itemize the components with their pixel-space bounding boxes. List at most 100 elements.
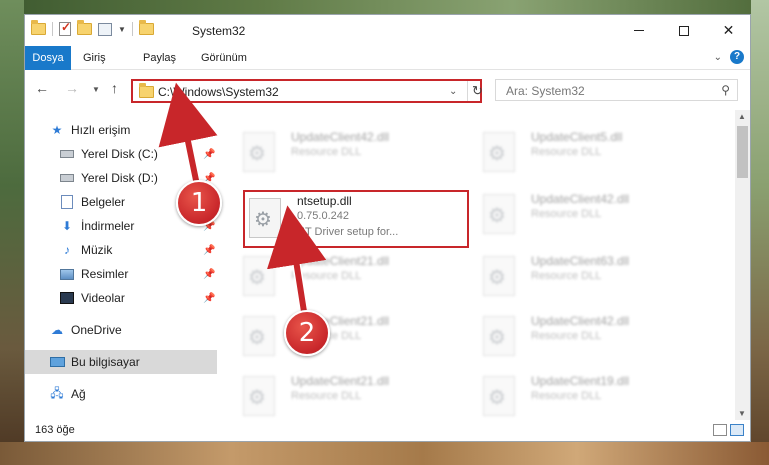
new-folder-icon[interactable] [77, 20, 92, 35]
file-name: UpdateClient42.dll [531, 192, 630, 206]
pin-icon[interactable]: 📌 [203, 149, 215, 160]
scroll-down-icon[interactable]: ▼ [738, 409, 746, 418]
drive-icon [59, 146, 75, 162]
address-bar[interactable]: C:\Windows\System32 ⌄ ↻ [131, 79, 483, 103]
drive-icon [59, 170, 75, 186]
close-button[interactable]: ✕ [706, 15, 751, 46]
navigation-pane: ★ Hızlı erişim Yerel Disk (C:) 📌 Yerel D… [25, 110, 217, 420]
sidebar-item-videos[interactable]: Videolar 📌 [25, 286, 217, 310]
background-right [751, 0, 769, 465]
sidebar-item-quick-access[interactable]: ★ Hızlı erişim [25, 118, 217, 142]
ribbon-tabs: Dosya Giriş Paylaş Görünüm ⌄ ? [25, 46, 750, 70]
dll-file-icon [483, 256, 515, 296]
address-path[interactable]: C:\Windows\System32 [158, 85, 279, 99]
file-item[interactable]: UpdateClient21.dll Resource DLL [223, 250, 443, 304]
ribbon-right-controls: ⌄ ? [714, 50, 744, 64]
details-view-icon[interactable] [713, 424, 727, 436]
search-placeholder: Ara: System32 [506, 84, 585, 98]
sidebar-item-label: Yerel Disk (C:) [81, 147, 158, 161]
back-arrow-icon[interactable]: ← [35, 80, 49, 96]
documents-icon [59, 194, 75, 210]
file-item[interactable]: UpdateClient42.dll Resource DLL [463, 310, 683, 364]
star-icon: ★ [51, 123, 63, 137]
toolbar-dropdown-icon[interactable]: ▼ [118, 25, 126, 34]
sidebar-item-label: Belgeler [81, 195, 126, 209]
pin-icon[interactable]: 📌 [203, 245, 215, 256]
search-input[interactable]: Ara: System32 ⚲ [495, 79, 738, 101]
sidebar-item-pictures[interactable]: Resimler 📌 [25, 262, 217, 286]
file-item[interactable]: UpdateClient21.dll Resource DLL [223, 370, 443, 420]
dll-file-icon [483, 194, 515, 234]
properties-check-icon[interactable] [59, 20, 71, 36]
dll-file-icon [483, 376, 515, 416]
toolbar-divider [52, 22, 53, 36]
title-bar: ▼ System32 ✕ [25, 15, 750, 46]
dll-file-icon [483, 316, 515, 356]
tab-view[interactable]: Görünüm [201, 46, 247, 70]
sidebar-item-label: İndirmeler [81, 219, 135, 233]
sidebar-item-label: Resimler [81, 267, 129, 281]
window-folder-icon [138, 20, 154, 35]
dll-file-icon [483, 132, 515, 172]
sidebar-item-label: Müzik [81, 243, 113, 257]
onedrive-icon: ☁ [51, 323, 63, 337]
maximize-icon [678, 25, 689, 36]
sidebar-item-onedrive[interactable]: ☁ OneDrive [25, 318, 217, 342]
tab-home[interactable]: Giriş [83, 46, 106, 70]
minimize-button[interactable] [616, 15, 661, 46]
sidebar-item-this-pc[interactable]: Bu bilgisayar [25, 350, 217, 374]
tab-file[interactable]: Dosya [25, 46, 71, 70]
dll-file-icon [243, 316, 275, 356]
tiles-view-icon[interactable] [730, 424, 744, 436]
tab-share[interactable]: Paylaş [143, 46, 176, 70]
forward-arrow-icon[interactable]: → [65, 80, 79, 96]
file-item[interactable]: UpdateClient42.dll Resource DLL [463, 188, 683, 242]
item-count: 163 öğe [35, 424, 75, 436]
file-item-ntsetup[interactable]: ntsetup.dll 0.75.0.242 NT Driver setup f… [223, 190, 443, 244]
expand-ribbon-icon[interactable]: ⌄ [714, 52, 722, 63]
file-item[interactable]: UpdateClient63.dll Resource DLL [463, 250, 683, 304]
search-icon[interactable]: ⚲ [721, 83, 730, 97]
file-name: UpdateClient21.dll [291, 254, 390, 268]
folder-icon[interactable] [31, 20, 46, 35]
this-pc-icon [49, 354, 65, 370]
help-icon[interactable]: ? [730, 50, 744, 64]
pin-icon[interactable]: 📌 [203, 293, 215, 304]
file-description: NT Driver setup for... [297, 226, 399, 238]
file-name: ntsetup.dll [297, 194, 352, 208]
pin-icon[interactable]: 📌 [203, 269, 215, 280]
vertical-scrollbar[interactable]: ▲ ▼ [735, 110, 750, 420]
scroll-up-icon[interactable]: ▲ [738, 112, 746, 121]
minimize-icon [633, 30, 644, 31]
dll-file-icon [243, 376, 275, 416]
file-name: UpdateClient19.dll [531, 374, 630, 388]
address-dropdown-icon[interactable]: ⌄ [449, 86, 457, 97]
file-name: UpdateClient42.dll [531, 314, 630, 328]
download-icon: ⬇ [61, 219, 73, 233]
file-description: Resource DLL [531, 146, 602, 158]
maximize-button[interactable] [661, 15, 706, 46]
videos-icon [59, 290, 75, 306]
sidebar-item-label: Videolar [81, 291, 125, 305]
file-version: 0.75.0.242 [297, 210, 349, 222]
sidebar-item-music[interactable]: ♪ Müzik 📌 [25, 238, 217, 262]
file-item[interactable]: UpdateClient19.dll Resource DLL [463, 370, 683, 420]
up-arrow-icon[interactable]: ↑ [111, 80, 118, 96]
refresh-icon[interactable]: ↻ [467, 81, 483, 101]
pictures-icon [59, 266, 75, 282]
file-item[interactable]: UpdateClient42.dll Resource DLL [223, 126, 443, 180]
sidebar-item-label: OneDrive [71, 323, 122, 337]
file-description: Resource DLL [531, 390, 602, 402]
recent-locations-icon[interactable]: ▼ [92, 85, 100, 94]
background-left [0, 0, 24, 465]
properties-icon[interactable] [98, 22, 112, 36]
quick-access-toolbar: ▼ [31, 20, 154, 36]
sidebar-item-local-disk-c[interactable]: Yerel Disk (C:) 📌 [25, 142, 217, 166]
file-description: Resource DLL [291, 390, 362, 402]
scroll-thumb[interactable] [737, 126, 748, 178]
file-description: Resource DLL [531, 208, 602, 220]
sidebar-item-network[interactable]: 🖧 Ağ [25, 382, 217, 406]
file-item[interactable]: UpdateClient21.dll Resource DLL [223, 310, 443, 364]
file-item[interactable]: UpdateClient5.dll Resource DLL [463, 126, 683, 180]
file-name: UpdateClient42.dll [291, 130, 390, 144]
